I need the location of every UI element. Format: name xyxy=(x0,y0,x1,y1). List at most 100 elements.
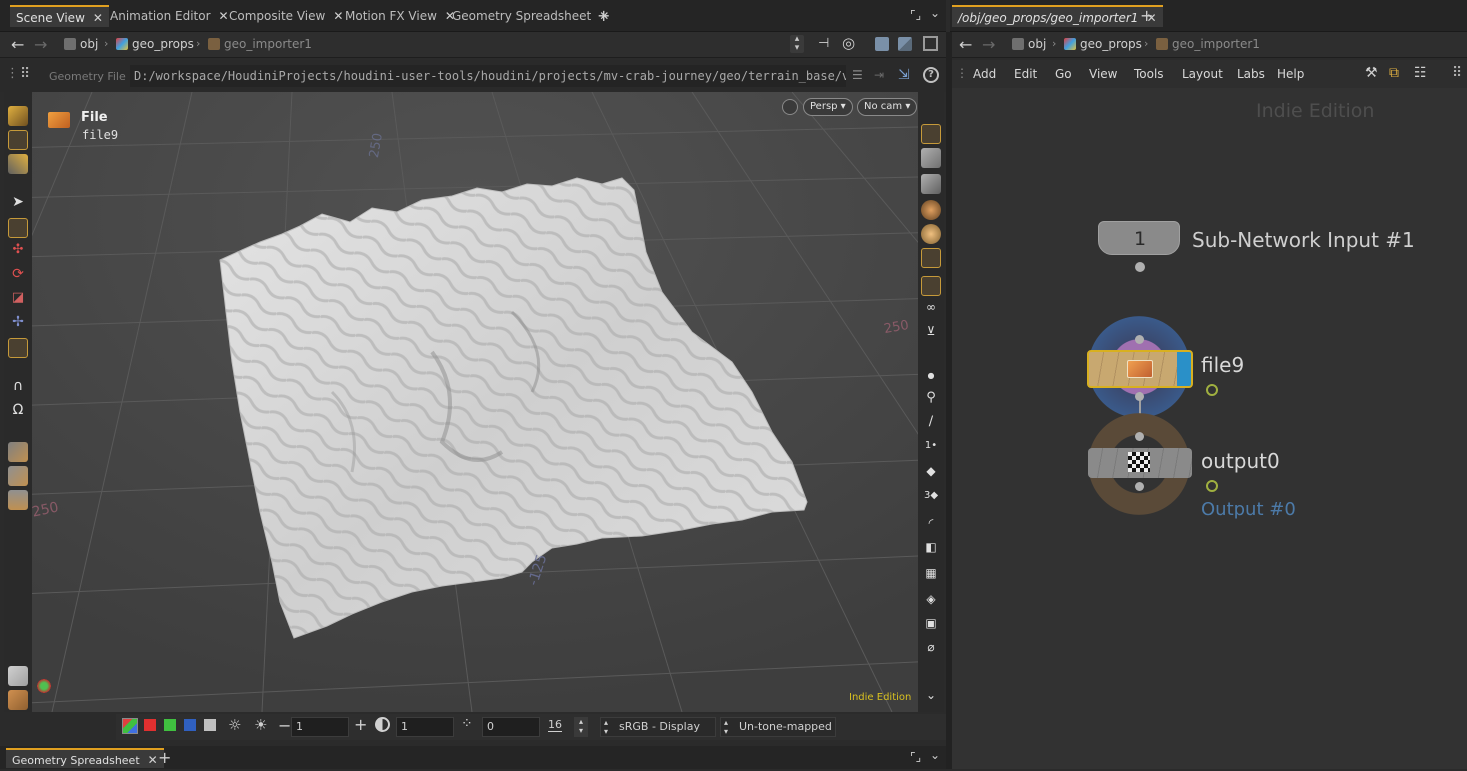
points-icon[interactable] xyxy=(921,174,941,194)
subnet-input-node[interactable]: 1 xyxy=(1098,221,1180,255)
character-icon[interactable] xyxy=(8,490,28,510)
chevron-down-icon[interactable]: ⌄ xyxy=(930,6,940,20)
jump-icon[interactable]: ⇥ xyxy=(874,68,884,82)
scale-icon[interactable]: ◪ xyxy=(8,290,28,310)
grid-dots-icon[interactable]: ⠿ xyxy=(20,66,30,82)
handle-tool-icon[interactable] xyxy=(8,130,28,150)
tab-network-path[interactable]: /obj/geo_props/geo_importer1 ✕ xyxy=(952,5,1163,27)
chevron-down-icon[interactable]: ⌄ xyxy=(930,748,940,762)
menu-tools[interactable]: Tools xyxy=(1134,67,1164,81)
tab-geometry-spreadsheet[interactable]: Geometry Spreadsheet ✕ xyxy=(446,5,615,27)
prim-display-icon[interactable]: ◆ xyxy=(921,464,941,484)
menu-edit[interactable]: Edit xyxy=(1014,67,1037,81)
grid-icon[interactable]: ▦ xyxy=(921,566,941,586)
point-display-icon[interactable]: ● xyxy=(921,366,941,386)
rotate-icon[interactable]: ⟳ xyxy=(8,266,28,286)
light-off-icon[interactable] xyxy=(921,200,941,220)
tab-composite-view[interactable]: Composite View ✕ xyxy=(223,5,349,27)
tonemap-dropdown[interactable]: ▴ ▾ Un-tone-mapped xyxy=(720,717,836,737)
tab-geometry-spreadsheet-bottom[interactable]: Geometry Spreadsheet ✕ xyxy=(6,748,164,768)
list-icon[interactable]: ☰ xyxy=(852,68,863,82)
maximize-icon[interactable]: ⌜⌟ xyxy=(910,750,921,764)
camera-icon[interactable]: ▣ xyxy=(921,616,941,636)
ghost-icon[interactable] xyxy=(921,148,941,168)
grip-icon[interactable]: ⋮ xyxy=(956,66,968,80)
frame-icon[interactable] xyxy=(923,36,938,51)
menu-labs[interactable]: Labs xyxy=(1237,67,1265,81)
transform-icon[interactable]: ✣ xyxy=(8,242,28,262)
pin-icon[interactable]: ⊣ xyxy=(818,36,829,51)
subnet-output-connector[interactable] xyxy=(1135,262,1145,272)
back-arrow-icon[interactable]: ← xyxy=(11,35,24,54)
tab-motion-fx-view[interactable]: Motion FX View ✕ xyxy=(339,5,461,27)
menu-layout[interactable]: Layout xyxy=(1182,67,1223,81)
cube-split-icon[interactable] xyxy=(898,37,912,51)
gamma-field[interactable]: 1 xyxy=(396,717,454,737)
add-tab-icon[interactable]: + xyxy=(597,6,610,25)
light-on-icon[interactable] xyxy=(921,248,941,268)
menu-view[interactable]: View xyxy=(1089,67,1117,81)
visibility-icon[interactable]: ⊻ xyxy=(921,324,941,344)
forward-arrow-icon[interactable]: → xyxy=(34,35,47,54)
close-icon[interactable]: ✕ xyxy=(93,11,103,25)
view-tool-icon[interactable] xyxy=(8,106,28,126)
uv-display-icon[interactable]: ◜ xyxy=(921,516,941,536)
network-layout-icon[interactable]: ⧉ xyxy=(1389,65,1399,81)
forward-arrow-icon[interactable]: → xyxy=(982,35,995,54)
pose-icon[interactable]: ✢ xyxy=(8,314,28,334)
tab-animation-editor[interactable]: Animation Editor ✕ xyxy=(104,5,235,27)
breadcrumb-obj[interactable]: obj xyxy=(1012,37,1046,51)
bones-icon[interactable] xyxy=(8,442,28,462)
vertex-normal-icon[interactable]: ∕ xyxy=(921,414,941,434)
eye-icon[interactable]: ◈ xyxy=(921,592,941,612)
shading-icon[interactable] xyxy=(921,276,941,296)
close-icon[interactable]: ✕ xyxy=(148,753,158,767)
output-node-output-connector[interactable] xyxy=(1135,482,1144,491)
menu-add[interactable]: Add xyxy=(973,67,996,81)
file-node[interactable] xyxy=(1087,350,1193,388)
pen-tool-icon[interactable] xyxy=(8,154,28,174)
menu-go[interactable]: Go xyxy=(1055,67,1072,81)
more-dropdown-icon[interactable]: ⌄ xyxy=(921,688,941,708)
paint-icon[interactable] xyxy=(8,466,28,486)
handle-sphere-icon[interactable] xyxy=(8,338,28,358)
display-options-icon[interactable] xyxy=(921,124,941,144)
menu-help[interactable]: Help xyxy=(1277,67,1304,81)
grip-icon[interactable]: ⋮ xyxy=(6,66,19,81)
exposure-icon[interactable]: ☼ xyxy=(228,716,241,734)
path-dropdown-icon[interactable]: ▴ ▾ xyxy=(790,35,804,53)
point-number-icon[interactable]: 1• xyxy=(921,440,941,460)
snap-star-icon[interactable]: Ω xyxy=(8,402,28,422)
minus-icon[interactable]: − xyxy=(278,716,291,735)
backface-icon[interactable]: ◧ xyxy=(921,540,941,560)
breadcrumb-geo-props[interactable]: geo_props xyxy=(116,37,194,51)
snap-magnet-icon[interactable]: ∩ xyxy=(8,378,28,398)
cube-view-icon[interactable] xyxy=(875,37,889,51)
geometry-file-field[interactable]: D:/workspace/HoudiniProjects/houdini-use… xyxy=(130,65,846,87)
camera-settings-icon[interactable] xyxy=(782,99,798,115)
target-icon[interactable]: ◎ xyxy=(842,34,855,52)
breadcrumb-obj[interactable]: obj xyxy=(64,37,98,51)
file-node-input-connector[interactable] xyxy=(1135,335,1144,344)
normal-display-icon[interactable]: ⚲ xyxy=(921,390,941,410)
breadcrumb-geo-importer[interactable]: geo_importer1 xyxy=(208,37,312,51)
back-arrow-icon[interactable]: ← xyxy=(959,35,972,54)
dither-icon[interactable]: ⁘ xyxy=(461,716,473,732)
snapshot-icon[interactable]: ⌀ xyxy=(921,640,941,660)
select-arrow-icon[interactable]: ➤ xyxy=(8,194,28,214)
gamma-icon[interactable]: ☀ xyxy=(254,716,267,734)
add-tab-icon[interactable]: + xyxy=(158,748,171,767)
spinner-icon[interactable]: ▴ ▾ xyxy=(574,717,588,737)
output-node[interactable] xyxy=(1088,448,1192,478)
cursor-pick-icon[interactable]: ⇲ xyxy=(898,67,910,83)
tab-scene-view[interactable]: Scene View ✕ xyxy=(10,5,109,27)
green-channel-icon[interactable] xyxy=(164,719,176,731)
file-node-output-connector[interactable] xyxy=(1135,392,1144,401)
blue-channel-icon[interactable] xyxy=(184,719,196,731)
color-all-icon[interactable] xyxy=(122,718,138,734)
lut-field[interactable]: 0 xyxy=(482,717,540,737)
colorspace-dropdown[interactable]: ▴ ▾ sRGB - Display xyxy=(600,717,716,737)
wrench-icon[interactable]: ⚒ xyxy=(1365,65,1378,81)
goggles-icon[interactable]: ∞ xyxy=(921,300,941,320)
breadcrumb-geo-importer[interactable]: geo_importer1 xyxy=(1156,37,1260,51)
